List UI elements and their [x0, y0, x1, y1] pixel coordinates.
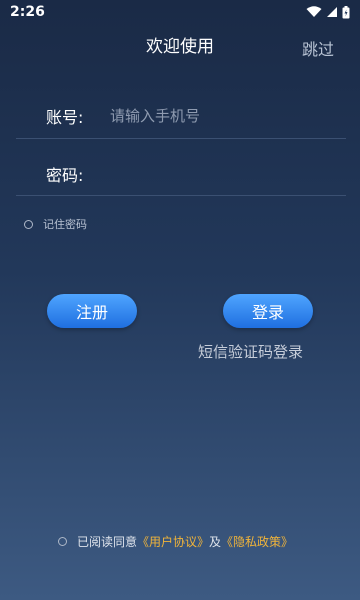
- remember-radio[interactable]: [24, 219, 33, 229]
- agreement-prefix: 已阅读同意: [77, 535, 138, 549]
- sms-login-link[interactable]: 短信验证码登录: [198, 341, 303, 362]
- skip-button[interactable]: 跳过: [302, 36, 334, 60]
- login-button[interactable]: 登录: [223, 294, 313, 328]
- account-divider: [16, 138, 346, 139]
- status-icons: [306, 5, 350, 19]
- agreement-row: 已阅读同意 《用户协议》 及 《隐私政策》: [58, 533, 293, 550]
- register-button[interactable]: 注册: [47, 294, 137, 328]
- header: 欢迎使用 跳过: [0, 24, 360, 64]
- account-label: 账号:: [46, 108, 84, 127]
- password-row: 密码:: [16, 146, 346, 202]
- agreement-and: 及: [209, 535, 222, 549]
- password-divider: [16, 195, 346, 196]
- account-row: 账号:: [16, 88, 346, 144]
- password-input[interactable]: [110, 165, 346, 183]
- agreement-radio[interactable]: [58, 537, 67, 546]
- battery-icon: [342, 5, 350, 19]
- signal-icon: [326, 6, 338, 18]
- wifi-icon: [306, 6, 322, 18]
- privacy-policy-link[interactable]: 《隐私政策》: [221, 533, 293, 550]
- password-label: 密码:: [46, 166, 84, 185]
- remember-password[interactable]: 记住密码: [24, 216, 87, 232]
- account-input[interactable]: [110, 107, 346, 125]
- status-bar: 2:26: [0, 0, 360, 24]
- remember-label: 记住密码: [43, 218, 87, 231]
- user-agreement-link[interactable]: 《用户协议》: [137, 533, 209, 550]
- status-time: 2:26: [10, 4, 45, 20]
